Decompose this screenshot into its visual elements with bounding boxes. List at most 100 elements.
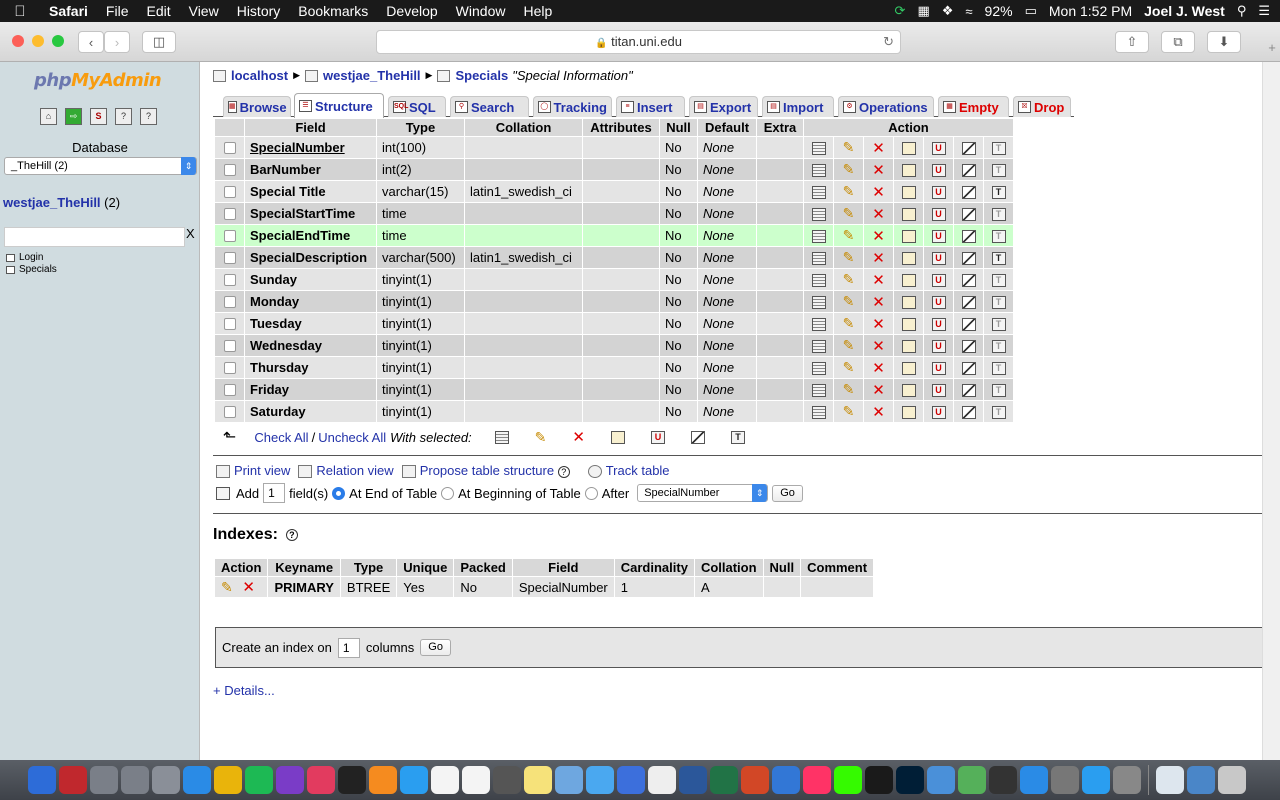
dock-xcode-icon[interactable] xyxy=(927,766,955,794)
edit-selected-icon[interactable]: ✎ xyxy=(535,429,547,446)
dock-preview-icon[interactable] xyxy=(555,766,583,794)
browse-distinct-icon[interactable] xyxy=(811,406,826,420)
database-link[interactable]: westjae_TheHill xyxy=(3,195,101,210)
unique-icon[interactable]: U xyxy=(931,384,946,398)
menu-app-name[interactable]: Safari xyxy=(40,3,97,19)
nav-table-specials[interactable]: Specials xyxy=(6,264,57,275)
dock-image-capture-icon[interactable] xyxy=(493,766,521,794)
table-filter-input[interactable] xyxy=(4,227,185,247)
fulltext-icon[interactable]: T xyxy=(991,164,1006,178)
dock-messages-icon[interactable] xyxy=(586,766,614,794)
fulltext-icon[interactable]: T xyxy=(991,296,1006,310)
index-icon[interactable] xyxy=(961,318,976,332)
primary-key-icon[interactable] xyxy=(901,318,916,332)
unique-icon[interactable]: U xyxy=(931,318,946,332)
fulltext-icon[interactable]: T xyxy=(991,406,1006,420)
add-fields-go-button[interactable]: Go xyxy=(772,484,803,502)
index-selected-icon[interactable] xyxy=(690,430,705,444)
primary-selected-icon[interactable] xyxy=(610,430,625,444)
browse-distinct-icon[interactable] xyxy=(811,142,826,156)
dock-podcasts-icon[interactable] xyxy=(276,766,304,794)
tab-empty[interactable]: ▦ Empty xyxy=(938,96,1009,117)
drop-icon[interactable]: ✕ xyxy=(872,403,885,421)
index-icon[interactable] xyxy=(961,230,976,244)
tab-insert[interactable]: ≡ Insert xyxy=(616,96,685,117)
menu-edit[interactable]: Edit xyxy=(137,3,179,19)
track-table-link[interactable]: Track table xyxy=(606,463,670,478)
fulltext-selected-icon[interactable]: T xyxy=(730,430,745,444)
at-beginning-radio[interactable] xyxy=(441,486,455,500)
dock-indesign-icon[interactable] xyxy=(803,766,831,794)
row-checkbox[interactable] xyxy=(223,251,236,264)
create-index-go-button[interactable]: Go xyxy=(420,639,451,656)
index-icon[interactable] xyxy=(961,384,976,398)
breadcrumb-server[interactable]: localhost xyxy=(231,68,288,83)
row-checkbox[interactable] xyxy=(223,405,236,418)
fulltext-icon[interactable]: T xyxy=(991,208,1006,222)
user-name[interactable]: Joel J. West xyxy=(1144,3,1225,19)
edit-icon[interactable]: ✎ xyxy=(843,161,855,178)
index-icon[interactable] xyxy=(961,142,976,156)
dock-safari-icon[interactable] xyxy=(1020,766,1048,794)
dock-editor-icon[interactable] xyxy=(617,766,645,794)
fulltext-icon[interactable]: T xyxy=(991,340,1006,354)
dock-powerpoint-icon[interactable] xyxy=(741,766,769,794)
browse-distinct-icon[interactable] xyxy=(811,318,826,332)
help-icon[interactable]: ? xyxy=(285,529,298,541)
dock-safari-icon[interactable] xyxy=(183,766,211,794)
edit-icon[interactable]: ✎ xyxy=(843,381,855,398)
breadcrumb-table[interactable]: Specials xyxy=(455,68,508,83)
primary-key-icon[interactable] xyxy=(901,340,916,354)
unique-icon[interactable]: U xyxy=(931,186,946,200)
row-checkbox[interactable] xyxy=(223,317,236,330)
drop-icon[interactable]: ✕ xyxy=(872,249,885,267)
drop-icon[interactable]: ✕ xyxy=(872,139,885,157)
fulltext-icon[interactable]: T xyxy=(991,384,1006,398)
details-link[interactable]: + Details... xyxy=(213,683,275,698)
dock-downloads-icon[interactable] xyxy=(1187,766,1215,794)
browse-distinct-icon[interactable] xyxy=(811,362,826,376)
drop-icon[interactable]: ✕ xyxy=(872,227,885,245)
dock-word-processor-icon[interactable] xyxy=(865,766,893,794)
index-icon[interactable] xyxy=(961,186,976,200)
drop-icon[interactable]: ✕ xyxy=(872,161,885,179)
drop-icon[interactable]: ✕ xyxy=(872,271,885,289)
wifi-icon[interactable]: ≈ xyxy=(965,4,972,19)
dock-trash-icon[interactable] xyxy=(1218,766,1246,794)
primary-key-icon[interactable] xyxy=(901,384,916,398)
index-icon[interactable] xyxy=(961,362,976,376)
primary-key-icon[interactable] xyxy=(901,252,916,266)
dock-terminal-icon[interactable] xyxy=(338,766,366,794)
dock-launchpad-icon[interactable] xyxy=(152,766,180,794)
browse-distinct-icon[interactable] xyxy=(811,340,826,354)
dock-documents-icon[interactable] xyxy=(1156,766,1184,794)
drop-icon[interactable]: ✕ xyxy=(872,293,885,311)
dock-reminders-icon[interactable] xyxy=(431,766,459,794)
sidebar-toggle-icon[interactable]: ◫ xyxy=(142,31,176,53)
primary-key-icon[interactable] xyxy=(901,274,916,288)
primary-key-icon[interactable] xyxy=(901,296,916,310)
downloads-icon[interactable]: ⬇ xyxy=(1207,31,1241,53)
dock-excel-icon[interactable] xyxy=(710,766,738,794)
drop-icon[interactable]: ✕ xyxy=(872,315,885,333)
edit-icon[interactable]: ✎ xyxy=(843,337,855,354)
home-icon[interactable]: ⌂ xyxy=(40,108,57,125)
after-field-select[interactable]: SpecialNumber ⇕ xyxy=(637,484,769,502)
dock-automator-icon[interactable] xyxy=(90,766,118,794)
grid-icon[interactable]: ▦ xyxy=(917,3,929,19)
browse-selected-icon[interactable] xyxy=(494,430,509,444)
dock-itunes-icon[interactable] xyxy=(307,766,335,794)
dock-spotify-icon[interactable] xyxy=(245,766,273,794)
index-icon[interactable] xyxy=(961,208,976,222)
check-all-link[interactable]: Check All xyxy=(254,430,308,445)
drop-icon[interactable]: ✕ xyxy=(872,337,885,355)
index-column-count-input[interactable]: 1 xyxy=(337,637,360,658)
tab-browse[interactable]: ▦ Browse xyxy=(223,96,291,117)
minimize-window-button[interactable] xyxy=(32,35,44,47)
sql-icon[interactable]: S xyxy=(90,108,107,125)
drop-icon[interactable]: ✕ xyxy=(872,183,885,201)
query-icon[interactable]: ? xyxy=(115,108,132,125)
tab-drop[interactable]: ☒ Drop xyxy=(1013,96,1071,117)
menu-window[interactable]: Window xyxy=(447,3,515,19)
primary-key-icon[interactable] xyxy=(901,186,916,200)
